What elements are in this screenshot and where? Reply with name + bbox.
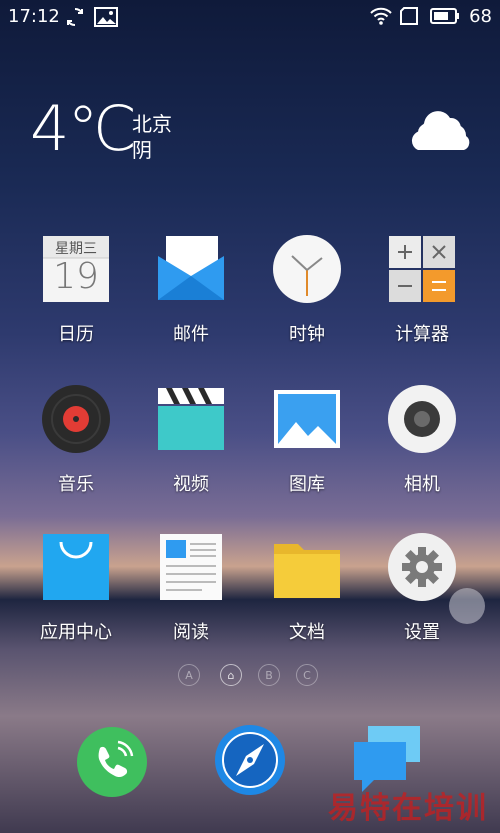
cloud-icon [404, 102, 470, 160]
app-documents[interactable]: 文档 [249, 532, 365, 644]
battery-percent: 68 [469, 6, 492, 27]
mail-icon [156, 234, 226, 304]
app-reading[interactable]: 阅读 [133, 532, 249, 644]
app-label: 文档 [289, 622, 325, 643]
sync-icon [64, 6, 86, 32]
calendar-icon: 星期三 19 [41, 234, 111, 304]
app-label: 音乐 [58, 474, 94, 495]
app-label: 视频 [173, 474, 209, 495]
folder-icon [272, 532, 342, 602]
floating-assist-ball[interactable] [449, 588, 485, 624]
calculator-icon [387, 234, 457, 304]
app-label: 时钟 [289, 324, 325, 345]
reading-icon [156, 532, 226, 602]
app-calculator[interactable]: 计算器 [364, 234, 480, 346]
weather-condition: 阴 [132, 138, 152, 162]
phone-icon[interactable] [76, 726, 148, 798]
app-video[interactable]: 视频 [133, 384, 249, 496]
app-label: 图库 [289, 474, 325, 495]
app-camera[interactable]: 相机 [364, 384, 480, 496]
status-time: 17:12 [8, 6, 60, 27]
app-label: 相机 [404, 474, 440, 495]
app-store-icon [41, 532, 111, 602]
video-icon [156, 384, 226, 454]
status-bar: 17:12 68 [0, 0, 500, 34]
settings-icon [387, 532, 457, 602]
app-calendar[interactable]: 星期三 19 日历 [18, 234, 134, 346]
weather-city: 北京 [132, 112, 172, 136]
watermark-logo: 易特在培训 [328, 791, 488, 826]
page-dot-b[interactable]: B [258, 664, 280, 686]
image-icon [94, 6, 118, 32]
weather-temperature: 4℃ [30, 92, 137, 165]
app-mail[interactable]: 邮件 [133, 234, 249, 346]
app-label: 日历 [58, 324, 94, 345]
battery-icon [430, 6, 460, 30]
camera-icon [387, 384, 457, 454]
clock-icon [272, 234, 342, 304]
calendar-weekday: 星期三 [55, 241, 97, 257]
browser-compass-icon[interactable] [214, 724, 286, 796]
page-dot-home[interactable]: ⌂ [220, 664, 242, 686]
app-label: 计算器 [395, 324, 449, 345]
app-music[interactable]: 音乐 [18, 384, 134, 496]
sim-card-icon [398, 6, 420, 30]
calendar-day: 19 [53, 256, 99, 297]
page-dot-a[interactable]: A [178, 664, 200, 686]
app-label: 邮件 [173, 324, 209, 345]
app-app-store[interactable]: 应用中心 [18, 532, 134, 644]
app-clock[interactable]: 时钟 [249, 234, 365, 346]
app-label: 阅读 [173, 622, 209, 643]
wifi-icon [370, 6, 392, 30]
app-label: 应用中心 [40, 622, 112, 643]
gallery-icon [272, 384, 342, 454]
app-gallery[interactable]: 图库 [249, 384, 365, 496]
page-dot-c[interactable]: C [296, 664, 318, 686]
music-icon [41, 384, 111, 454]
